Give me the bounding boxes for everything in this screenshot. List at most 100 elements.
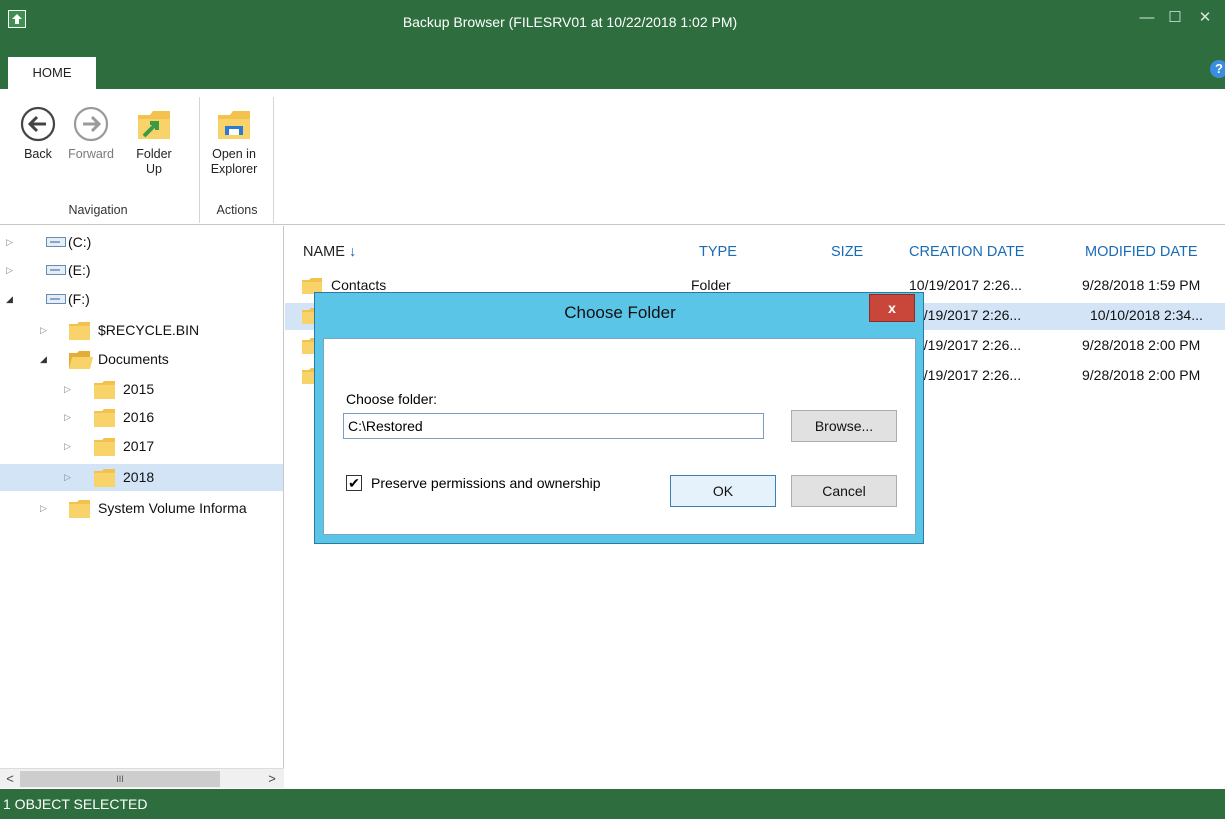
forward-label: Forward (68, 147, 114, 161)
help-icon[interactable]: ? (1210, 60, 1225, 78)
dialog-close-button[interactable]: x (869, 294, 915, 322)
column-header-size[interactable]: SIZE (831, 244, 863, 260)
tree-node-label: 2016 (123, 409, 155, 425)
row-created: 9/19/2017 2:26... (916, 337, 1022, 353)
preserve-permissions-label: Preserve permissions and ownership (371, 475, 601, 491)
group-label-navigation: Navigation (68, 203, 128, 217)
ok-button[interactable]: OK (670, 475, 776, 507)
ribbon-separator (199, 97, 200, 223)
scroll-thumb[interactable]: III (20, 771, 220, 787)
row-type: Folder (691, 277, 731, 293)
expand-arrow-icon[interactable]: ▷ (64, 376, 71, 403)
scroll-right-icon[interactable]: > (262, 769, 282, 789)
status-bar: 1 OBJECT SELECTED (0, 789, 1225, 819)
choose-folder-label: Choose folder: (346, 391, 438, 407)
tree-node-label: $RECYCLE.BIN (98, 322, 200, 338)
folder-icon (94, 409, 115, 427)
open-in-label-1: Open in (212, 147, 256, 161)
tree-node-label: (F:) (68, 291, 90, 307)
drive-icon (46, 265, 66, 275)
maximize-button[interactable]: ☐ (1163, 6, 1187, 30)
row-created: 10/19/2017 2:26... (909, 277, 1022, 293)
group-label-actions: Actions (216, 203, 258, 217)
tree-node-label: Documents (98, 351, 169, 367)
back-label: Back (24, 147, 52, 161)
expand-arrow-icon[interactable]: ▷ (64, 433, 71, 460)
tree-node-2016[interactable]: ▷ 2016 (0, 404, 283, 431)
collapse-arrow-icon[interactable]: ◢ (40, 346, 47, 373)
folder-icon (69, 500, 90, 518)
scroll-left-icon[interactable]: < (0, 769, 20, 789)
forward-arrow-icon (73, 106, 109, 142)
tree-node-documents[interactable]: ◢ Documents (0, 346, 283, 373)
window-title: Backup Browser (FILESRV01 at 10/22/2018 … (402, 14, 738, 30)
row-modified: 9/28/2018 2:00 PM (1082, 367, 1201, 383)
row-modified: 9/28/2018 2:00 PM (1082, 337, 1201, 353)
tree-node-label: 2017 (123, 438, 155, 454)
back-arrow-icon (20, 106, 56, 142)
folder-icon (94, 469, 115, 487)
tab-home[interactable]: HOME (7, 56, 97, 90)
tree-node-label: (C:) (68, 234, 92, 250)
tree-node-system-volume[interactable]: ▷ System Volume Informa (0, 495, 283, 522)
column-header-name[interactable]: NAME ↓ (303, 244, 356, 260)
column-header-type[interactable]: TYPE (699, 244, 737, 260)
folder-icon (69, 322, 90, 340)
tree-node-2015[interactable]: ▷ 2015 (0, 376, 283, 403)
folder-up-button[interactable]: Folder Up (128, 105, 180, 177)
expand-arrow-icon[interactable]: ▷ (40, 317, 47, 344)
drive-icon (46, 294, 66, 304)
row-created: 9/19/2017 2:26... (916, 307, 1022, 323)
minimize-button[interactable]: — (1135, 6, 1159, 30)
folder-path-input[interactable] (343, 413, 764, 439)
row-modified: 10/10/2018 2:34... (1090, 307, 1203, 323)
expand-arrow-icon[interactable]: ▷ (6, 257, 13, 284)
folder-icon (94, 438, 115, 456)
sort-down-icon: ↓ (348, 244, 357, 260)
tree-node-recycle-bin[interactable]: ▷ $RECYCLE.BIN (0, 317, 283, 344)
tree-node-2017[interactable]: ▷ 2017 (0, 433, 283, 460)
back-button[interactable]: Back (16, 105, 60, 162)
tree-node-e-drive[interactable]: ▷ (E:) (0, 257, 283, 284)
column-name-label: NAME (303, 244, 345, 260)
tree-node-label: System Volume Informa (98, 500, 247, 516)
folder-up-icon (138, 111, 170, 139)
expand-arrow-icon[interactable]: ▷ (40, 495, 47, 522)
collapse-arrow-icon[interactable]: ◢ (6, 286, 13, 313)
preserve-permissions-checkbox[interactable]: ✔ (346, 475, 362, 491)
forward-button[interactable]: Forward (62, 105, 120, 162)
tree-node-f-drive[interactable]: ◢ (F:) (0, 286, 283, 313)
tree-node-2018[interactable]: ▷ 2018 (0, 464, 283, 491)
cancel-button[interactable]: Cancel (791, 475, 897, 507)
dialog-body: Choose folder: Browse... ✔ Preserve perm… (323, 338, 916, 535)
dialog-title: Choose Folder (564, 303, 676, 322)
horizontal-scrollbar[interactable]: < III > (0, 768, 284, 788)
tree-node-label: 2018 (123, 469, 155, 485)
expand-arrow-icon[interactable]: ▷ (6, 229, 13, 256)
choose-folder-dialog: Choose Folder x Choose folder: Browse...… (314, 292, 924, 544)
open-in-explorer-button[interactable]: Open in Explorer (204, 105, 264, 177)
folder-tree: ▷ (C:) ▷ (E:) ◢ (F:) ▷ $RECYCLE.BIN ◢ Do… (0, 226, 284, 788)
ribbon: Back Forward Folder Up Open in Explorer … (0, 89, 1225, 225)
row-modified: 9/28/2018 1:59 PM (1082, 277, 1201, 293)
browse-button[interactable]: Browse... (791, 410, 897, 442)
column-header-modified-date[interactable]: MODIFIED DATE (1085, 244, 1198, 260)
expand-arrow-icon[interactable]: ▷ (64, 404, 71, 431)
tree-node-label: (E:) (68, 262, 91, 278)
folder-up-label-1: Folder (136, 147, 172, 161)
folder-icon (94, 381, 115, 399)
folder-open-icon (69, 351, 93, 369)
row-name: Contacts (331, 277, 387, 293)
ribbon-separator (273, 97, 274, 223)
close-window-button[interactable]: ✕ (1193, 6, 1217, 30)
drive-icon (46, 237, 66, 247)
folder-up-label-2: Up (146, 162, 162, 176)
title-bar: Backup Browser (FILESRV01 at 10/22/2018 … (0, 0, 1225, 90)
tree-node-label: 2015 (123, 381, 155, 397)
open-in-label-2: Explorer (210, 162, 258, 176)
expand-arrow-icon[interactable]: ▷ (64, 464, 71, 491)
row-created: 9/19/2017 2:26... (916, 367, 1022, 383)
tree-node-c-drive[interactable]: ▷ (C:) (0, 229, 283, 256)
column-header-creation-date[interactable]: CREATION DATE (909, 244, 1024, 260)
explorer-folder-icon (218, 111, 250, 139)
